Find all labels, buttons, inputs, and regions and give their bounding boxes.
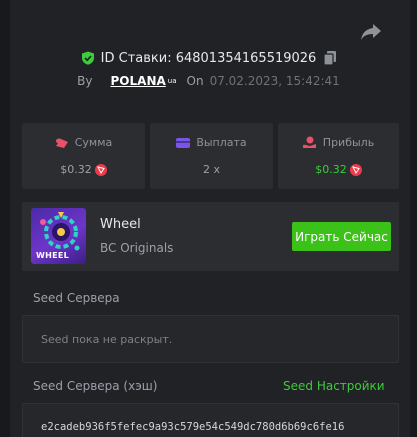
stat-head-payout: Выплата [150,136,273,149]
game-provider: BC Originals [100,241,174,255]
stat-card-payout: Выплата 2 x [150,123,273,189]
server-seed-hash-value: e2cadeb936f5fefec9a93c579e54c549dc780d6b… [41,421,345,433]
payout-value: 2 x [202,163,220,176]
wallet-icon [176,137,191,148]
play-now-button[interactable]: Играть Сейчас [292,222,391,251]
stat-card-amount: Сумма $0.32 [22,123,145,189]
game-thumb-label: WHEEL [36,251,70,260]
game-thumbnail[interactable]: WHEEL [31,208,86,264]
server-seed-hash-field[interactable]: e2cadeb936f5fefec9a93c579e54c549dc780d6b… [22,403,399,437]
trx-coin-icon [94,163,107,176]
profit-value: $0.32 [315,163,347,176]
profit-icon [302,136,316,148]
coins-icon [55,138,68,148]
game-card: WHEEL Wheel BC Originals Играть Сейчас [22,202,399,271]
share-arrow-icon[interactable] [360,20,382,42]
game-name: Wheel [100,217,141,232]
bet-date: 07.02.2023, 15:42:41 [209,74,340,88]
server-seed-field[interactable]: Seed пока не раскрыт. [22,315,399,363]
stat-label-amount: Сумма [74,136,113,149]
user-flag: ua [167,77,177,85]
amount-value: $0.32 [60,163,92,176]
author-row: By POLANA ua On 07.02.2023, 15:42:41 [0,72,417,90]
server-seed-label: Seed Сервера [33,291,120,305]
username-link[interactable]: POLANA [111,74,166,88]
server-seed-value: Seed пока не раскрыт. [41,332,173,346]
stat-value-amount: $0.32 [22,163,145,176]
on-label: On [186,74,204,88]
stat-value-payout: 2 x [150,163,273,176]
stat-card-profit: Прибыль $0.32 [278,123,399,189]
stat-head-amount: Сумма [22,136,145,149]
bet-id-label: ID Ставки: 64801354165519026 [100,50,317,66]
stat-value-profit: $0.32 [278,163,399,176]
shield-check-icon [81,51,94,65]
seed-settings-link[interactable]: Seed Настройки [283,379,385,393]
stat-label-payout: Выплата [196,136,247,149]
stat-label-profit: Прибыль [322,136,375,149]
stat-head-profit: Прибыль [278,136,399,149]
copy-icon[interactable] [324,51,337,65]
by-label: By [77,74,93,88]
bet-id-row: ID Ставки: 64801354165519026 [0,48,417,68]
server-seed-hash-label: Seed Сервера (хэш) [33,379,158,393]
trx-coin-icon [349,163,362,176]
